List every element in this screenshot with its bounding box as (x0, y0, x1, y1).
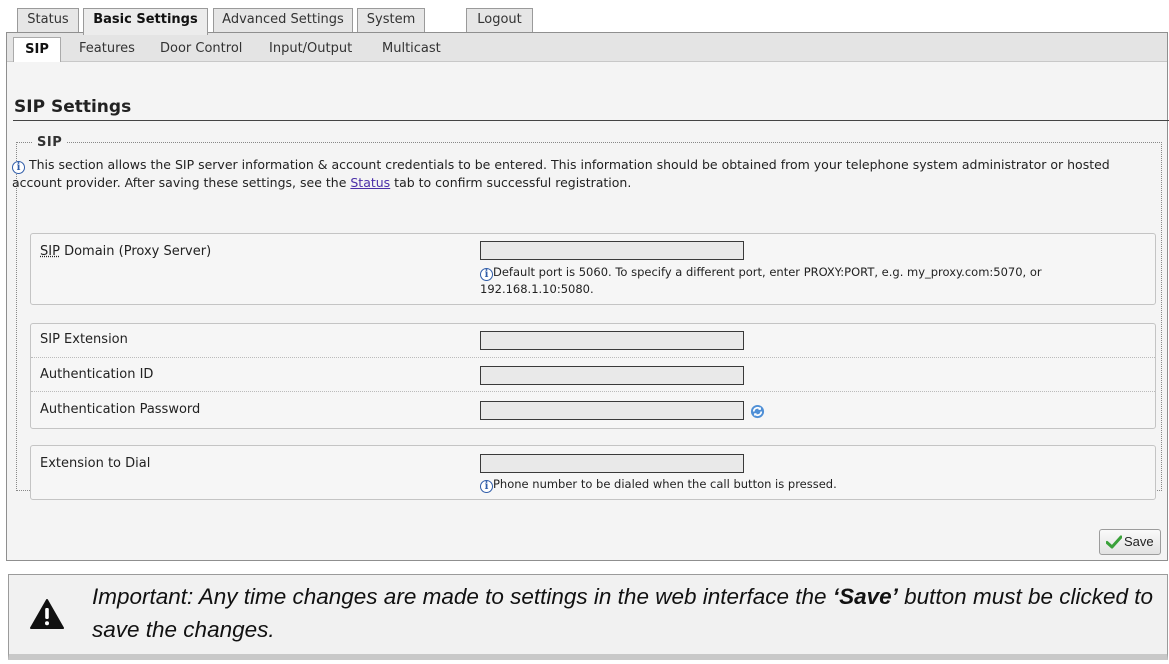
sip-fieldset: SIP i This section allows the SIP server… (12, 135, 1162, 500)
auth-password-label: Authentication Password (40, 402, 201, 417)
tab-advanced-settings[interactable]: Advanced Settings (213, 8, 353, 33)
tab-basic-settings[interactable]: Basic Settings (83, 8, 208, 35)
sip-domain-hint: i Default port is 5060. To specify a diff… (480, 264, 1120, 297)
extension-dial-input[interactable] (480, 454, 744, 473)
subtab-input-output[interactable]: Input/Output (269, 39, 352, 61)
auth-password-input[interactable] (480, 401, 744, 420)
extension-dial-label: Extension to Dial (40, 456, 151, 471)
status-link[interactable]: Status (350, 175, 390, 190)
checkmark-icon (1106, 535, 1122, 549)
fieldset-legend: SIP (33, 135, 67, 150)
save-button[interactable]: Save (1099, 529, 1161, 555)
sip-domain-hint-text: Default port is 5060. To specify a diffe… (480, 265, 1042, 296)
sip-domain-label: SIP Domain (Proxy Server) (40, 244, 211, 259)
extension-dial-hint-text: Phone number to be dialed when the call … (493, 477, 837, 491)
tab-system[interactable]: System (357, 8, 425, 33)
save-button-label: Save (1124, 534, 1154, 549)
sip-domain-label-rest: Domain (Proxy Server) (59, 244, 212, 259)
note-text: Important: Any time changes are made to … (92, 580, 1162, 646)
settings-panel: SIP Features Door Control Input/Output M… (6, 32, 1169, 561)
important-note: Important: Any time changes are made to … (8, 574, 1168, 660)
subtab-features[interactable]: Features (79, 39, 135, 61)
auth-id-label: Authentication ID (40, 367, 154, 382)
title-divider (13, 120, 1169, 121)
sip-abbr: SIP (40, 244, 60, 259)
extension-dial-hint: i Phone number to be dialed when the call… (480, 476, 1120, 493)
note-text-before: Important: Any time changes are made to … (92, 584, 833, 609)
subtab-multicast[interactable]: Multicast (382, 39, 441, 61)
info-icon: i (12, 161, 25, 174)
credentials-box: SIP Extension Authentication ID Authenti… (30, 323, 1156, 429)
subtab-sip[interactable]: SIP (13, 37, 61, 62)
tab-logout[interactable]: Logout (466, 8, 533, 33)
intro-text: i This section allows the SIP server inf… (12, 156, 1162, 191)
sip-extension-label: SIP Extension (40, 332, 128, 347)
warning-icon (30, 599, 64, 629)
auth-id-input[interactable] (480, 366, 744, 385)
auth-id-row: Authentication ID (31, 357, 1155, 391)
note-text-bold: ‘Save’ (832, 584, 898, 609)
sip-domain-input[interactable] (480, 241, 744, 260)
sip-extension-row: SIP Extension (31, 324, 1155, 357)
info-icon: i (480, 268, 493, 281)
sip-extension-input[interactable] (480, 331, 744, 350)
extension-dial-box: Extension to Dial i Phone number to be di… (30, 445, 1156, 500)
auth-password-row: Authentication Password (31, 391, 1155, 428)
info-icon: i (480, 480, 493, 493)
intro-text-after: tab to confirm successful registration. (390, 175, 632, 190)
refresh-icon[interactable] (750, 404, 765, 419)
sub-tab-bar: SIP Features Door Control Input/Output M… (7, 33, 1167, 62)
page-title: SIP Settings (14, 97, 132, 117)
tab-status[interactable]: Status (17, 8, 79, 33)
subtab-door-control[interactable]: Door Control (160, 39, 242, 61)
sip-domain-box: SIP Domain (Proxy Server) i Default port … (30, 233, 1156, 305)
